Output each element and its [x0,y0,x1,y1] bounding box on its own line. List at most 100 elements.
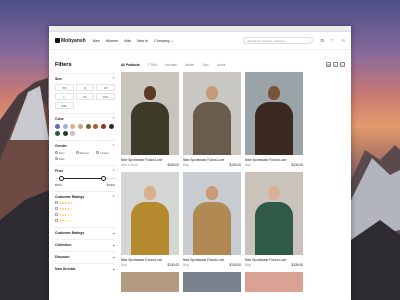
product-model-head [144,86,156,100]
nav-link-men[interactable]: Men [93,39,100,43]
gender-option[interactable]: Women [75,151,95,155]
size-option[interactable]: 3XL [55,102,74,109]
size-option[interactable]: XL [75,93,95,100]
gender-option[interactable]: Men [55,151,74,155]
tab-jacket[interactable]: Jacket [185,63,194,67]
tab-jeans[interactable]: Jeans [217,63,226,67]
rating-option[interactable]: ★★★★★ [55,201,115,205]
size-option[interactable]: XXL [96,93,115,100]
product-price: $130.00 [291,263,303,267]
product-title[interactable]: Nike Sportswear Futura Luxe [183,258,241,262]
price-filter: Price ⌃ $500 $3000 [55,164,115,191]
product-title[interactable]: Nike Sportswear Futura Luxe [121,158,179,162]
gender-option[interactable]: Kids [55,157,74,161]
rating-filter-header[interactable]: Customer Ratings ⌃ [55,195,115,199]
color-swatch[interactable] [62,124,68,129]
product-card[interactable] [121,272,179,292]
product-card[interactable] [245,272,303,292]
gender-filter-header[interactable]: Gender ⌃ [55,144,115,148]
collapsed-filter[interactable]: New Arrivals ⌄ [55,262,115,275]
slider-min-handle[interactable] [58,176,64,181]
color-swatch[interactable] [101,124,107,129]
tab-tops[interactable]: Tops [202,63,209,67]
user-icon[interactable]: ⚇ [341,38,345,43]
product-image[interactable] [183,72,241,155]
product-title[interactable]: Nike Sportswear Futura Luxe [183,158,241,162]
size-filter: Size ⌃ XS S M L XL XXL 3XL [55,73,115,113]
product-model-head [206,186,218,200]
collapsed-filter[interactable]: Customer Ratings ⌄ [55,226,115,239]
color-swatch[interactable] [93,124,99,129]
cart-icon[interactable]: ⊡ [320,38,323,43]
search-input[interactable]: Search for product, category... ⌕ [243,37,314,44]
price-filter-header[interactable]: Price ⌃ [55,169,115,173]
product-image[interactable] [245,272,303,292]
rating-option[interactable]: ★★★☆☆ [55,213,115,217]
logo[interactable]: Mobyansh [55,38,86,44]
product-image[interactable] [121,172,179,255]
gender-option[interactable]: Unisex [96,151,115,155]
grid-view-icon[interactable]: ▦ [326,62,331,67]
page-content: Filters Size ⌃ XS S M L XL XXL 3XL Color… [49,50,351,292]
product-image[interactable] [245,172,303,255]
product-title[interactable]: Nike Sportswear Futura Luxe [245,158,303,162]
size-option[interactable]: L [55,93,74,100]
nav-link-new-in[interactable]: New In [137,39,148,43]
product-card[interactable]: Nike Sportswear Futura Luxe Bag $130.00 [245,172,303,267]
product-card[interactable]: Nike Sportswear Futura Luxe Bag $130.00 [121,172,179,267]
size-filter-header[interactable]: Size ⌃ [55,77,115,81]
product-card[interactable] [183,272,241,292]
top-navigation: Mobyansh Men Women Kids New In Company ⌄… [49,32,351,50]
product-image[interactable] [121,72,179,155]
color-swatch[interactable] [85,124,91,129]
collapsed-filter-header: New Arrivals ⌄ [55,267,115,271]
collapsed-filter[interactable]: Collection ⌄ [55,238,115,251]
product-card[interactable]: Nike Sportswear Futura Luxe Men's Shoe $13… [121,72,179,167]
color-swatch[interactable] [70,130,76,136]
product-image[interactable] [245,72,303,155]
color-swatch[interactable] [70,124,76,129]
product-image[interactable] [121,272,179,292]
filter-icon[interactable]: ⚲ [340,62,345,67]
price-max: $3000 [106,182,115,187]
color-swatch[interactable] [62,130,68,136]
gender-option-label: Men [59,150,65,155]
nav-link-women[interactable]: Women [106,39,118,43]
color-swatch[interactable] [78,124,84,129]
rating-option[interactable]: ★★☆☆☆ [55,219,115,223]
product-image[interactable] [183,172,241,255]
price-slider[interactable] [55,176,115,182]
product-model-head [268,86,280,100]
checkbox-icon [55,207,58,210]
rating-option[interactable]: ★★★★☆ [55,207,115,211]
size-option[interactable]: S [75,84,95,91]
size-option[interactable]: XS [55,84,74,91]
color-filter-header[interactable]: Color ⌃ [55,117,115,121]
chevron-down-icon: ⌄ [112,254,115,259]
color-swatch[interactable] [108,124,114,129]
collapsed-filter-label: New Arrivals [55,266,76,271]
product-card[interactable]: Nike Sportswear Futura Luxe Bag $130.00 [183,72,241,167]
heart-icon[interactable]: ♡ [331,38,335,43]
product-title[interactable]: Nike Sportswear Futura Luxe [245,258,303,262]
tab-t-shirt[interactable]: T Shirt [148,63,157,67]
list-view-icon[interactable]: ≡ [333,62,338,67]
collapsed-filter[interactable]: Discount ⌄ [55,250,115,263]
color-swatch[interactable] [55,124,60,129]
tab-all-products[interactable]: All Products [121,63,140,67]
checkbox-icon [55,201,58,204]
color-swatches [55,124,115,136]
product-card[interactable]: Nike Sportswear Futura Luxe Bag $130.00 [245,72,303,167]
gender-filter-label: Gender [55,143,67,148]
checkbox-icon [55,219,58,222]
gender-option-label: Unisex [100,150,109,155]
color-swatch[interactable] [55,130,60,136]
product-image[interactable] [183,272,241,292]
size-option[interactable]: M [96,84,115,91]
product-card[interactable]: Nike Sportswear Futura Luxe Bag $130.00 [183,172,241,267]
nav-link-kids[interactable]: Kids [124,39,131,43]
tab-hoodies[interactable]: Hoodies [165,63,177,67]
slider-max-handle[interactable] [100,176,106,181]
product-title[interactable]: Nike Sportswear Futura Luxe [121,258,179,262]
nav-link-company[interactable]: Company ⌄ [154,39,173,43]
